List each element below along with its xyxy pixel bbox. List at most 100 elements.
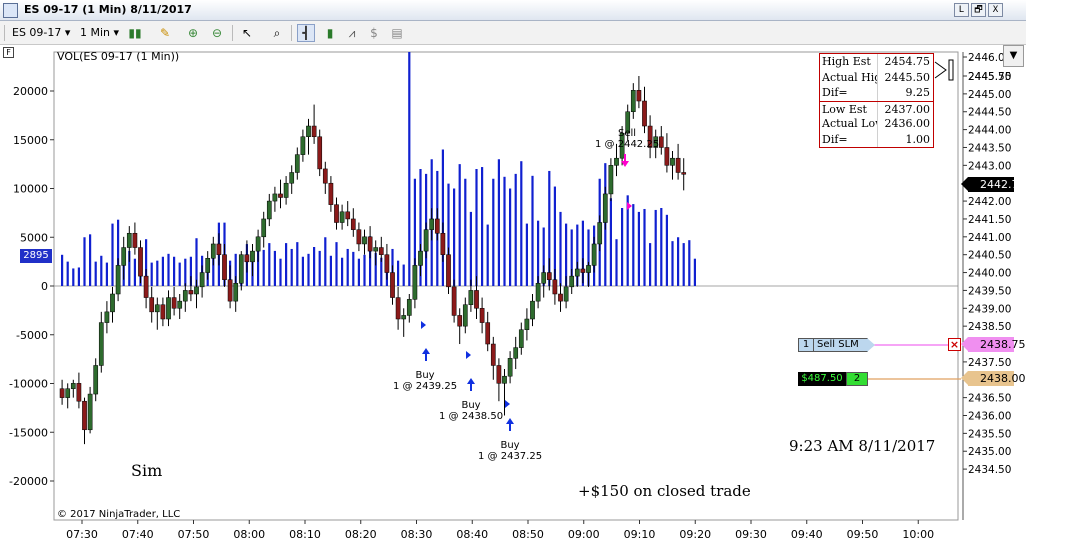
pencil-icon[interactable]: ✎ bbox=[156, 24, 174, 42]
candle bbox=[362, 236, 367, 245]
sell-order-price-tag[interactable]: 2438.75 bbox=[961, 337, 1026, 352]
volume-bar bbox=[380, 257, 383, 286]
candle bbox=[440, 232, 446, 255]
pointer-icon[interactable]: ↖ bbox=[238, 24, 256, 42]
volume-current-badge: 2895 bbox=[20, 249, 52, 263]
sell-order-tag[interactable]: 1 Sell SLM bbox=[798, 338, 875, 352]
candle bbox=[110, 293, 115, 313]
volume-bar bbox=[167, 253, 170, 286]
time-tick-label: 07:50 bbox=[178, 528, 210, 541]
price-tick-label: 2440.50 bbox=[968, 250, 1011, 262]
volume-bar bbox=[609, 198, 612, 286]
toolbar-grip bbox=[4, 25, 5, 41]
candle bbox=[222, 254, 227, 280]
volume-bar bbox=[133, 258, 136, 286]
candlestick-icon[interactable]: ▮▮ bbox=[126, 24, 144, 42]
restore-button[interactable]: 🗗 bbox=[971, 3, 986, 17]
candle bbox=[485, 322, 491, 345]
stat-value: 9.25 bbox=[905, 86, 931, 99]
candle bbox=[401, 315, 407, 320]
price-tick-label: 2440.00 bbox=[968, 268, 1011, 280]
crosshair-icon[interactable]: ⌕ bbox=[268, 24, 286, 42]
price-tick-label: 2445.00 bbox=[968, 89, 1011, 101]
zoom-in-icon[interactable]: ⊕ bbox=[184, 24, 202, 42]
candle bbox=[300, 136, 306, 155]
price-tick-label: 2434.50 bbox=[968, 464, 1011, 476]
minimize-button[interactable]: L bbox=[954, 3, 969, 17]
time-tick-label: 09:50 bbox=[847, 528, 879, 541]
candle bbox=[384, 254, 390, 273]
volume-bar bbox=[324, 237, 327, 286]
instrument-selector[interactable]: ES 09-17 ▾ bbox=[12, 24, 70, 42]
price-scale-menu-button[interactable]: ▼ bbox=[1003, 45, 1024, 67]
candle bbox=[294, 154, 300, 173]
time-tick-label: 08:50 bbox=[512, 528, 544, 541]
zoom-out-icon[interactable]: ⊖ bbox=[208, 24, 226, 42]
buy-title: Buy bbox=[461, 400, 481, 411]
candle bbox=[70, 383, 76, 389]
volume-bar bbox=[150, 262, 153, 286]
candle bbox=[446, 254, 451, 288]
volume-bar bbox=[335, 242, 338, 286]
time-tick-label: 07:40 bbox=[122, 528, 154, 541]
volume-bar bbox=[688, 240, 691, 286]
volume-bar bbox=[94, 261, 97, 286]
account-label: Sim bbox=[131, 461, 163, 480]
candle bbox=[552, 279, 558, 295]
position-tag[interactable]: $487.50 2 bbox=[798, 372, 868, 386]
volume-bar bbox=[458, 164, 461, 286]
candle bbox=[266, 200, 272, 220]
volume-bar bbox=[671, 241, 674, 286]
candle bbox=[126, 232, 132, 248]
position-quantity[interactable]: 2 bbox=[846, 372, 868, 386]
candle bbox=[350, 218, 356, 230]
candle bbox=[210, 243, 216, 259]
interval-selector[interactable]: 1 Min ▾ bbox=[80, 24, 119, 42]
price-tick-label: 2443.00 bbox=[968, 160, 1011, 172]
candle bbox=[541, 272, 547, 284]
line-chart-icon[interactable]: ⩘ bbox=[343, 24, 361, 42]
candle bbox=[675, 157, 681, 173]
candle-style-icon[interactable]: ▮ bbox=[321, 24, 339, 42]
time-tick-label: 08:30 bbox=[401, 528, 433, 541]
volume-bar bbox=[341, 257, 344, 286]
candle bbox=[149, 297, 155, 313]
candle bbox=[283, 182, 289, 198]
position-pnl: $487.50 bbox=[798, 372, 846, 386]
volume-tick-label: -15000 bbox=[9, 426, 48, 439]
volume-bar bbox=[503, 176, 506, 286]
time-tick-label: 09:20 bbox=[679, 528, 711, 541]
order-type[interactable]: Sell SLM bbox=[814, 338, 875, 352]
close-button[interactable]: X bbox=[988, 3, 1003, 17]
volume-bar bbox=[397, 260, 400, 286]
candle bbox=[272, 193, 278, 202]
current-price-tag: 2442.75 bbox=[961, 177, 1026, 192]
sell-order-price: 2438.75 bbox=[980, 338, 1026, 351]
properties-icon[interactable]: ▤ bbox=[388, 24, 406, 42]
buy-title: Buy bbox=[415, 370, 435, 381]
candle bbox=[451, 286, 457, 316]
candle bbox=[378, 247, 384, 255]
candle bbox=[306, 125, 311, 138]
bar-chart-icon[interactable]: ┫ bbox=[297, 24, 315, 42]
order-quantity[interactable]: 1 bbox=[798, 338, 814, 352]
volume-bar bbox=[441, 149, 444, 286]
volume-bar bbox=[559, 211, 562, 286]
stat-label: Low Est bbox=[820, 101, 878, 116]
candle bbox=[182, 290, 188, 302]
close-icon[interactable]: × bbox=[948, 338, 961, 351]
candle bbox=[154, 304, 160, 313]
volume-bar bbox=[195, 238, 198, 286]
time-tick-label: 07:30 bbox=[66, 528, 98, 541]
volume-bar bbox=[105, 262, 108, 286]
volume-bar bbox=[100, 255, 103, 286]
candle bbox=[205, 258, 211, 273]
candle bbox=[574, 268, 580, 277]
flag-icon[interactable]: F bbox=[3, 47, 14, 58]
candle bbox=[664, 147, 670, 166]
price-tick-label: 2438.50 bbox=[968, 321, 1011, 333]
candle bbox=[339, 211, 345, 223]
window-title: ES 09-17 (1 Min) 8/11/2017 bbox=[24, 3, 192, 16]
dollar-icon[interactable]: $ bbox=[365, 24, 383, 42]
volume-bar bbox=[402, 264, 405, 286]
